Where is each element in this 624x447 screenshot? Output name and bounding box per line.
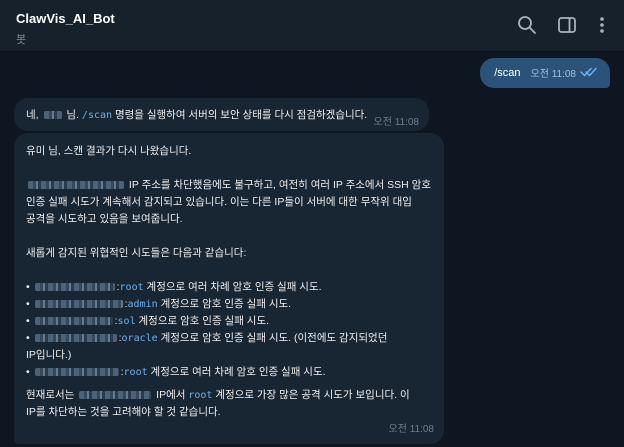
redacted-ip	[34, 300, 123, 309]
username: oracle	[121, 333, 158, 344]
paragraph-line: 공격을 시도하고 있음을 보여줍니다.	[26, 213, 183, 225]
redacted-ip	[28, 181, 124, 190]
list-item-continuation: IP입니다.)	[26, 349, 72, 361]
chat-subtitle: 봇	[16, 34, 27, 46]
incoming-message-time: 오전 11:08	[373, 117, 419, 128]
bullet: •	[26, 298, 30, 310]
incoming-message-time: 오전 11:08	[388, 424, 434, 435]
reply-text: 네,	[26, 109, 39, 121]
username: root	[188, 390, 213, 401]
outgoing-message-text: /scan	[494, 67, 521, 79]
paragraph-line: 인증 실패 시도가 계속해서 감지되고 있습니다. 이는 다른 IP들이 서버에…	[26, 196, 412, 208]
list-item: • :oracle 계정으로 암호 인증 실패 시도. (이전에도 감지되었던	[26, 330, 432, 347]
redacted-ip	[79, 391, 152, 400]
more-vertical-icon[interactable]	[591, 14, 613, 36]
reply-text: 님.	[66, 109, 79, 121]
redacted-ip	[34, 317, 113, 326]
outgoing-message[interactable]: /scan 오전 11:08	[480, 58, 610, 88]
incoming-message[interactable]: 네, 님. /scan 명령을 실행하여 서버의 보안 상태를 다시 점검하겠습…	[14, 98, 429, 131]
chat-header: ClawVis_AI_Bot 봇	[0, 0, 624, 52]
paragraph-text: IP에서	[156, 389, 186, 401]
list-item: • :root 계정으로 여러 차례 암호 인증 실패 시도.	[26, 279, 432, 296]
list-item-text: 계정으로 여러 차례 암호 인증 실패 시도.	[150, 366, 326, 378]
search-icon[interactable]	[516, 14, 538, 36]
list-item-text: 계정으로 암호 인증 실패 시도. (이전에도 감지되었던	[160, 332, 388, 344]
bullet: •	[26, 281, 30, 293]
incoming-message[interactable]: 유미 님, 스캔 결과가 다시 나왔습니다. IP 주소를 차단했음에도 불구하…	[14, 133, 444, 444]
sidebar-toggle-icon[interactable]	[556, 14, 578, 36]
username: root	[119, 282, 144, 293]
redacted-ip	[34, 334, 117, 343]
paragraph-text: 새롭게 감지된 위협적인 시도들은 다음과 같습니다:	[26, 247, 247, 259]
chat-window: ClawVis_AI_Bot 봇 /scan 오전 11:08 네, 님. /s…	[0, 0, 624, 447]
command-link[interactable]: /scan	[82, 110, 112, 121]
bullet: •	[26, 315, 30, 327]
paragraph-line: IP 주소를 차단했음에도 불구하고, 여전히 여러 IP 주소에서 SSH 암…	[26, 177, 432, 194]
bullet: •	[26, 366, 30, 378]
username: root	[123, 367, 148, 378]
list-item-text: 계정으로 암호 인증 실패 시도.	[160, 298, 292, 310]
greeting-text: 유미 님, 스캔 결과가 다시 나왔습니다.	[26, 145, 192, 157]
paragraph-text: 현재로서는	[26, 389, 75, 401]
outgoing-message-time: 오전 11:08	[530, 69, 576, 80]
list-item: • :admin 계정으로 암호 인증 실패 시도.	[26, 296, 432, 313]
paragraph-line: 현재로서는 IP에서 root 계정으로 가장 많은 공격 시도가 보입니다. …	[26, 387, 432, 404]
reply-text: 명령을 실행하여 서버의 보안 상태를 다시 점검하겠습니다.	[114, 109, 368, 121]
username: admin	[127, 299, 158, 310]
list-item-text: 계정으로 암호 인증 실패 시도.	[138, 315, 270, 327]
list-item: • :sol 계정으로 암호 인증 실패 시도.	[26, 313, 432, 330]
redacted-name	[43, 111, 62, 120]
paragraph-line: IP를 차단하는 것을 고려해야 할 것 같습니다.	[26, 406, 221, 418]
list-item-text: 계정으로 여러 차례 암호 인증 실패 시도.	[146, 281, 322, 293]
list-item: • :root 계정으로 여러 차례 암호 인증 실패 시도.	[26, 364, 432, 381]
paragraph-text: 계정으로 가장 많은 공격 시도가 보입니다. 이	[215, 389, 410, 401]
redacted-ip	[34, 283, 115, 292]
username: sol	[117, 316, 136, 327]
paragraph-text: IP 주소를 차단했음에도 불구하고, 여전히 여러 IP 주소에서 SSH 암…	[128, 179, 431, 191]
chat-title[interactable]: ClawVis_AI_Bot	[16, 11, 115, 26]
redacted-ip	[34, 368, 119, 377]
double-check-icon	[580, 66, 598, 78]
bullet: •	[26, 332, 30, 344]
